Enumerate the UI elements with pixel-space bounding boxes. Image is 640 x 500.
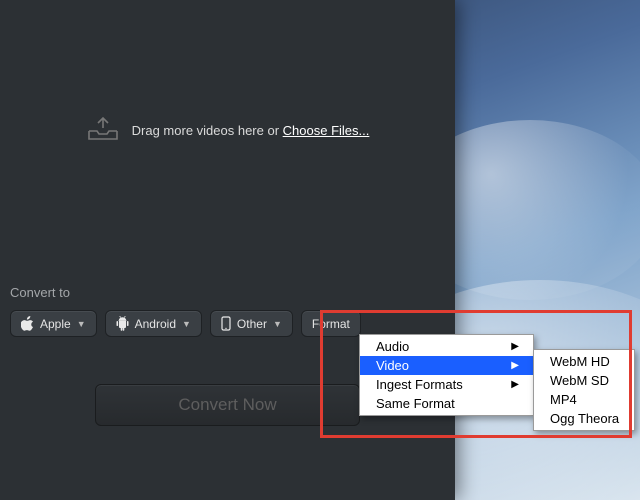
convert-now-label: Convert Now [178,395,276,415]
menu-item-label: Ogg Theora [550,409,619,428]
menu-item-label: WebM HD [550,352,610,371]
menu-item-mp4[interactable]: MP4 [534,390,634,409]
menu-item-label: WebM SD [550,371,609,390]
drop-text-prefix: Drag more videos here or [132,123,283,138]
apple-chip[interactable]: Apple ▼ [10,310,97,337]
android-chip-label: Android [135,317,176,331]
convert-section: Convert to Apple ▼ Android ▼ [0,285,455,337]
menu-item-label: Same Format [376,394,455,413]
submenu-arrow-icon: ▶ [511,337,519,356]
upload-tray-icon [86,115,120,145]
drop-text: Drag more videos here or Choose Files... [132,123,370,138]
menu-item-label: Video [376,356,409,375]
submenu-arrow-icon: ▶ [511,356,519,375]
menu-item-label: MP4 [550,390,577,409]
menu-item-label: Audio [376,337,409,356]
menu-item-audio[interactable]: Audio ▶ [360,337,533,356]
menu-item-video[interactable]: Video ▶ [360,356,533,375]
other-chip-label: Other [237,317,267,331]
convert-now-button[interactable]: Convert Now [95,384,360,426]
menu-item-ingest-formats[interactable]: Ingest Formats ▶ [360,375,533,394]
device-icon [221,316,231,331]
other-chip[interactable]: Other ▼ [210,310,293,337]
video-submenu: WebM HD WebM SD MP4 Ogg Theora [533,349,635,431]
menu-item-webm-hd[interactable]: WebM HD [534,352,634,371]
format-chip-row: Apple ▼ Android ▼ Other ▼ [10,310,445,337]
convert-to-label: Convert to [10,285,445,300]
converter-app-window: Drag more videos here or Choose Files...… [0,0,455,500]
menu-item-webm-sd[interactable]: WebM SD [534,371,634,390]
caret-down-icon: ▼ [77,319,86,329]
caret-down-icon: ▼ [273,319,282,329]
apple-icon [21,316,34,331]
android-icon [116,316,129,331]
format-menu: Audio ▶ Video ▶ Ingest Formats ▶ Same Fo… [359,334,534,416]
drop-area[interactable]: Drag more videos here or Choose Files... [0,0,455,260]
menu-item-same-format[interactable]: Same Format [360,394,533,413]
submenu-arrow-icon: ▶ [511,375,519,394]
menu-item-label: Ingest Formats [376,375,463,394]
menu-item-ogg-theora[interactable]: Ogg Theora [534,409,634,428]
caret-down-icon: ▼ [182,319,191,329]
format-chip-label: Format [312,317,350,331]
choose-files-link[interactable]: Choose Files... [283,123,370,138]
android-chip[interactable]: Android ▼ [105,310,202,337]
format-chip[interactable]: Format [301,310,361,337]
apple-chip-label: Apple [40,317,71,331]
